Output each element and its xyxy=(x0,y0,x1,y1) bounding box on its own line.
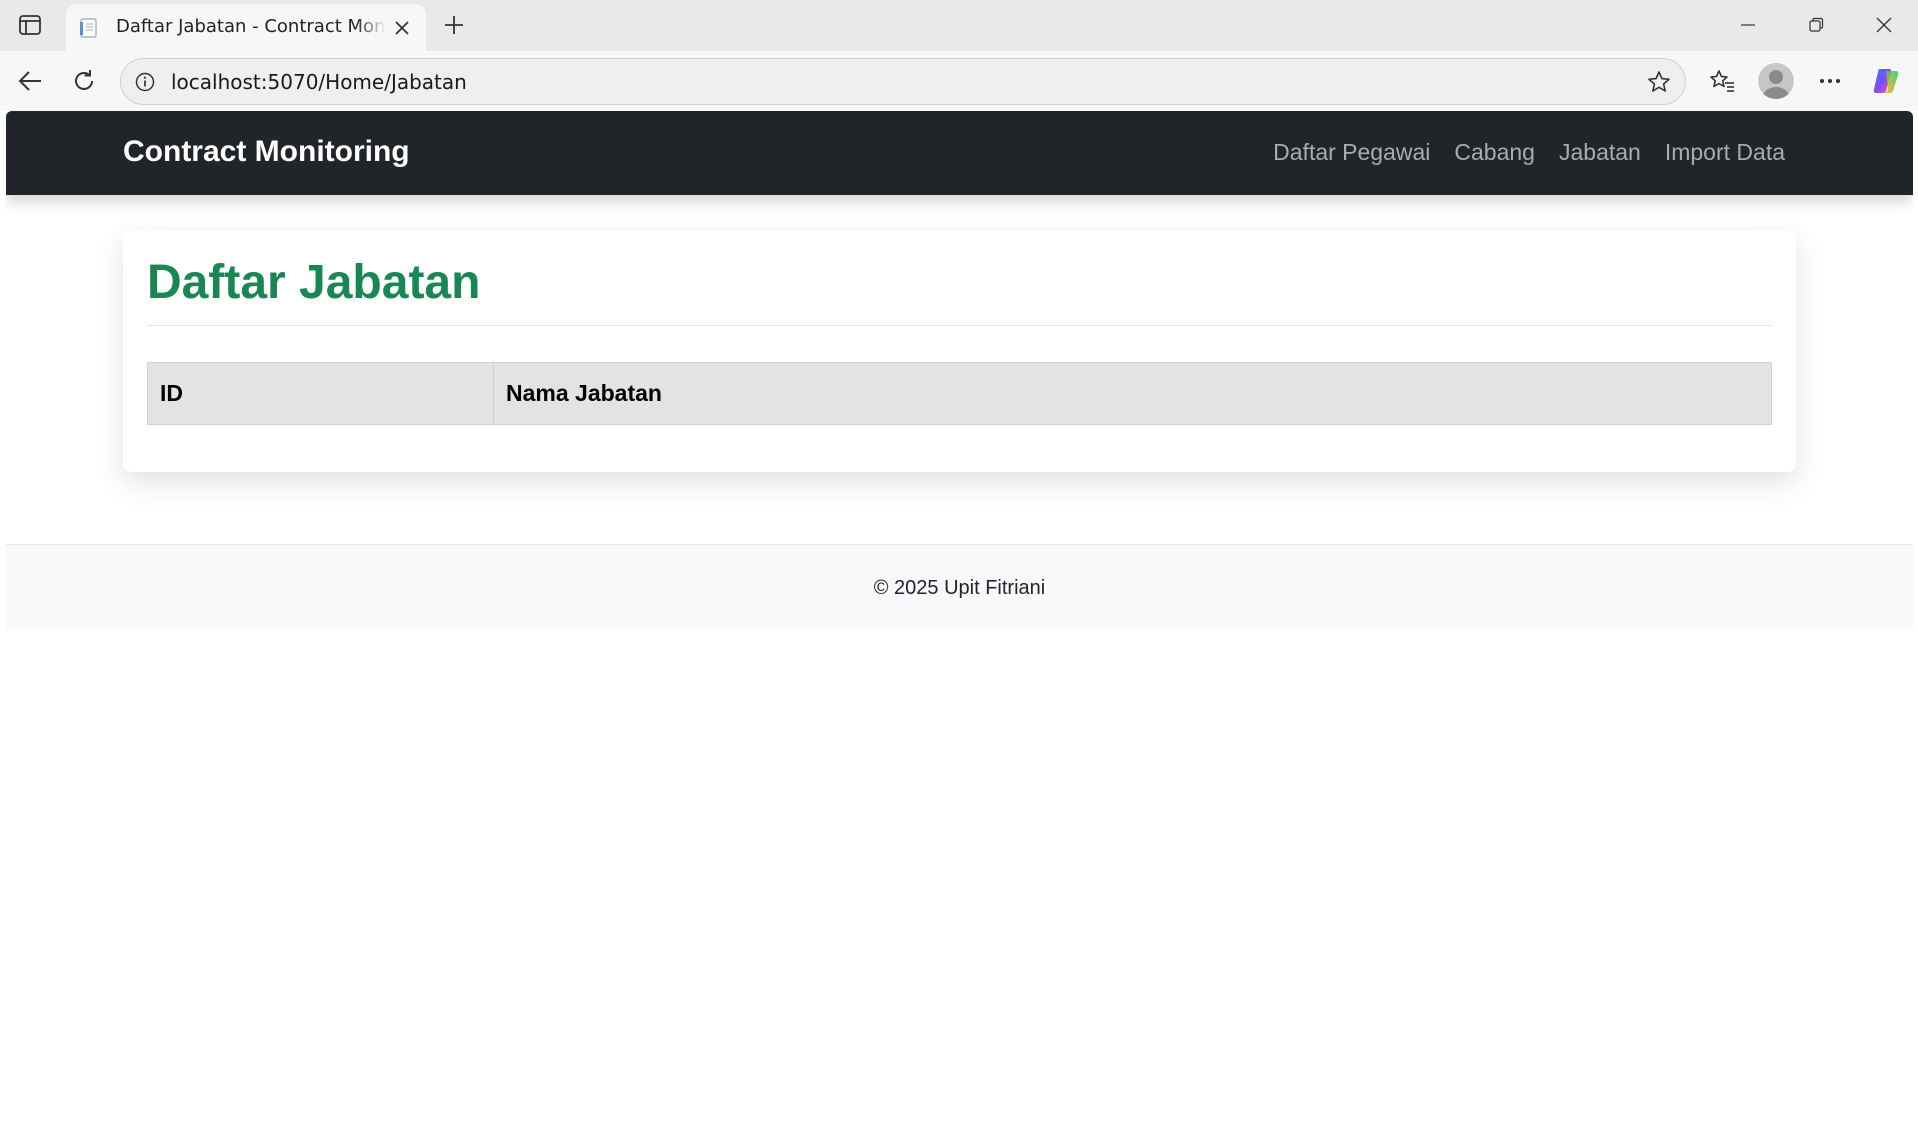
nav-link-cabang[interactable]: Cabang xyxy=(1454,139,1535,166)
top-navbar: Contract Monitoring Daftar Pegawai Caban… xyxy=(6,111,1913,195)
favorites-icon[interactable] xyxy=(1704,63,1740,99)
address-bar[interactable]: localhost:5070/Home/Jabatan xyxy=(120,58,1686,105)
back-arrow-icon[interactable] xyxy=(12,63,48,99)
copilot-icon[interactable] xyxy=(1868,63,1904,99)
table-header-row: ID Nama Jabatan xyxy=(147,362,1772,425)
browser-toolbar: localhost:5070/Home/Jabatan xyxy=(0,51,1918,111)
page-favicon-icon xyxy=(78,17,100,39)
profile-avatar-icon[interactable] xyxy=(1758,63,1794,99)
url-text[interactable]: localhost:5070/Home/Jabatan xyxy=(171,70,467,94)
restore-icon[interactable] xyxy=(1794,8,1838,42)
nav-links: Daftar Pegawai Cabang Jabatan Import Dat… xyxy=(1273,139,1785,166)
page-viewport: Contract Monitoring Daftar Pegawai Caban… xyxy=(6,111,1913,1121)
browser-tab-bar: Daftar Jabatan - Contract Monitoring xyxy=(0,0,1918,51)
navbar-brand[interactable]: Contract Monitoring xyxy=(123,135,410,169)
plus-icon[interactable] xyxy=(438,9,470,41)
window-close-icon[interactable] xyxy=(1862,8,1906,42)
nav-link-import-data[interactable]: Import Data xyxy=(1665,139,1785,166)
nav-link-jabatan[interactable]: Jabatan xyxy=(1559,139,1641,166)
browser-tab-active[interactable]: Daftar Jabatan - Contract Monitoring xyxy=(66,4,426,51)
tab-title: Daftar Jabatan - Contract Monitoring xyxy=(116,16,386,37)
content-card: Daftar Jabatan ID Nama Jabatan xyxy=(123,231,1796,472)
refresh-icon[interactable] xyxy=(66,63,102,99)
page-title: Daftar Jabatan xyxy=(147,256,481,309)
column-header-id: ID xyxy=(147,362,494,425)
column-header-nama-jabatan: Nama Jabatan xyxy=(493,362,1772,425)
info-icon[interactable] xyxy=(133,70,157,94)
page-footer: © 2025 Upit Fitriani xyxy=(6,544,1913,629)
footer-copyright: © 2025 Upit Fitriani xyxy=(873,577,1046,599)
star-icon[interactable] xyxy=(1645,68,1673,96)
minimize-icon[interactable] xyxy=(1726,8,1770,42)
jabatan-table: ID Nama Jabatan xyxy=(147,362,1772,425)
title-divider xyxy=(147,325,1772,326)
nav-link-daftar-pegawai[interactable]: Daftar Pegawai xyxy=(1273,139,1430,166)
close-icon[interactable] xyxy=(390,16,414,40)
more-icon[interactable] xyxy=(1812,63,1848,99)
sidebar-toggle-icon[interactable] xyxy=(14,10,46,40)
